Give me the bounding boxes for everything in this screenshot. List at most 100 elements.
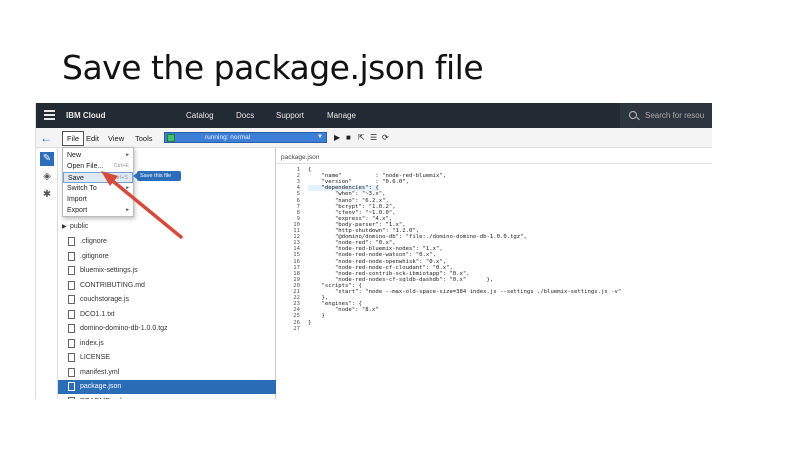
ide-screenshot: IBM Cloud Catalog Docs Support Manage Se… (35, 103, 712, 399)
menu-edit[interactable]: Edit (86, 134, 99, 143)
code-text: "body-parser": "1.x", (308, 221, 406, 228)
code-line: 2 "name" : "node-red-bluemix", (276, 173, 712, 179)
nav-docs[interactable]: Docs (236, 111, 254, 120)
file-menu-item-switch-to[interactable]: Switch To ▸ (63, 183, 133, 194)
file-name: CONTRIBUTING.md (80, 281, 145, 289)
line-number: 11 (293, 228, 300, 234)
file-name: couchstorage.js (80, 296, 130, 303)
line-number: 17 (293, 264, 300, 271)
status-indicator-icon (167, 134, 175, 142)
search-placeholder: Search for resou (645, 111, 705, 120)
code-text: "dependencies": { (308, 185, 379, 192)
code-text: } (308, 319, 312, 326)
code-line: 3 "version" : "0.6.0", (276, 179, 712, 185)
code-line: 8 "cfenv": "~1.0.0", (276, 210, 712, 216)
code-text: "node": "8.x" (308, 307, 379, 314)
editor-tab-label[interactable]: package.json (281, 154, 319, 161)
tree-file-item[interactable]: .gitignore (58, 250, 276, 264)
tree-file-item[interactable]: domino-domino-db-1.0.0.tgz (58, 322, 276, 336)
list-icon[interactable]: ☰ (370, 133, 377, 142)
menu-view[interactable]: View (108, 134, 124, 143)
tree-file-item[interactable]: .cfignore (58, 235, 276, 249)
code-text: "bcrypt": "1.0.2", (308, 203, 396, 210)
file-icon (68, 295, 75, 304)
line-number: 23 (293, 301, 300, 308)
code-text: "scripts": { (308, 282, 362, 289)
editor-toolbar: ← File Edit View Tools running: normal ▼… (36, 128, 712, 148)
code-text: "express": "4.x", (308, 215, 393, 222)
code-line: 17 "node-red-node-cf-cloudant": "0.x", (276, 265, 712, 271)
pencil-icon[interactable]: ✎ (40, 152, 54, 166)
file-menu-item-import[interactable]: Import (63, 194, 133, 205)
file-icon (68, 367, 75, 377)
line-number: 19 (293, 276, 300, 283)
code-line: 26} (276, 320, 712, 326)
tree-file-item[interactable]: bluemix-settings.js (58, 264, 276, 278)
line-number: 15 (293, 252, 300, 259)
tree-file-item[interactable]: CONTRIBUTING.md (58, 279, 276, 293)
submenu-arrow-icon: ▸ (126, 152, 129, 158)
code-editor[interactable]: package.json 1{2 "name" : "node-red-blue… (276, 148, 712, 399)
file-menu-item-export[interactable]: Export ▸ (63, 205, 133, 216)
search-box[interactable]: Search for resou (620, 103, 712, 128)
tree-file-item[interactable]: manifest.yml (58, 366, 276, 380)
tree-file-item[interactable]: README.md (58, 395, 276, 399)
file-menu-item-new[interactable]: New ▸ (63, 150, 133, 161)
file-icon (68, 237, 75, 246)
code-line: 1{ (276, 167, 712, 173)
code-line: 11 "http-shutdown": "1.2.0", (276, 228, 712, 234)
code-line: 18 "node-red-contrib-sck-ibmiotapp": "0.… (276, 271, 712, 277)
code-text: "name" : "node-red-bluemix", (308, 173, 447, 180)
back-arrow-icon[interactable]: ← (40, 131, 52, 145)
stop-icon[interactable]: ■ (346, 133, 351, 142)
tree-file-item[interactable]: LICENSE (58, 351, 276, 365)
run-status-text: running: normal (205, 134, 251, 141)
file-icon (68, 382, 75, 391)
left-icon-sidebar: ✎ ◈ ✱ (36, 148, 58, 399)
line-number: 10 (293, 221, 300, 228)
file-icon (68, 280, 75, 290)
menu-tools[interactable]: Tools (135, 134, 153, 143)
nav-manage[interactable]: Manage (327, 111, 356, 120)
nav-support[interactable]: Support (276, 111, 304, 120)
code-text: "start": "node --max-old-space-size=384 … (308, 289, 622, 295)
app-run-status-dropdown[interactable]: running: normal ▼ (164, 132, 327, 143)
file-menu-item-open-file[interactable]: Open File... Ctrl+E (63, 161, 133, 172)
code-line: 19 "node-red-nodes-cf-sqldb-dashdb": "0.… (276, 277, 712, 283)
file-name: package.json (80, 383, 122, 390)
nav-catalog[interactable]: Catalog (186, 111, 214, 120)
file-icon (68, 309, 75, 319)
open-external-icon[interactable]: ⇱ (358, 133, 365, 142)
hamburger-menu-icon[interactable] (44, 110, 55, 120)
line-number: 7 (296, 203, 300, 210)
brand-label[interactable]: IBM Cloud (66, 111, 106, 120)
tree-file-item[interactable]: DCO1.1.txt (58, 308, 276, 322)
file-name: .cfignore (80, 238, 107, 245)
gear-icon[interactable]: ✱ (40, 188, 54, 202)
git-icon[interactable]: ◈ (40, 170, 54, 184)
file-name: .gitignore (80, 252, 109, 260)
code-text: } (308, 313, 325, 320)
code-line: 25 } (276, 313, 712, 319)
file-icon (68, 338, 75, 348)
menu-item-shortcut: Ctrl+E (113, 163, 129, 169)
tree-file-item[interactable]: package.json (58, 380, 276, 394)
menu-file[interactable]: File (62, 131, 85, 146)
tree-folder-public[interactable]: ▶ public (58, 220, 276, 234)
code-line: 12 "@domino/domino-db": "file:./domino-d… (276, 234, 712, 240)
code-text: "nano": "6.2.x", (308, 197, 389, 204)
code-line: 10 "body-parser": "1.x", (276, 222, 712, 228)
code-line: 15 "node-red-node-watson": "0.x", (276, 252, 712, 258)
tree-file-item[interactable]: index.js (58, 337, 276, 351)
file-menu-item-save[interactable]: Save Ctrl+S (63, 172, 133, 183)
code-line: 27 (276, 326, 712, 332)
line-number: 3 (296, 179, 300, 186)
file-name: domino-domino-db-1.0.0.tgz (80, 325, 168, 332)
menu-item-label: New (67, 152, 82, 159)
code-text: "when": "~3.x", (308, 191, 386, 198)
tree-file-item[interactable]: couchstorage.js (58, 293, 276, 307)
play-icon[interactable]: ▶ (334, 133, 340, 142)
submenu-arrow-icon: ▸ (126, 207, 129, 213)
refresh-icon[interactable]: ⟳ (382, 133, 389, 142)
code-text: "@domino/domino-db": "file:./domino-domi… (308, 234, 527, 241)
